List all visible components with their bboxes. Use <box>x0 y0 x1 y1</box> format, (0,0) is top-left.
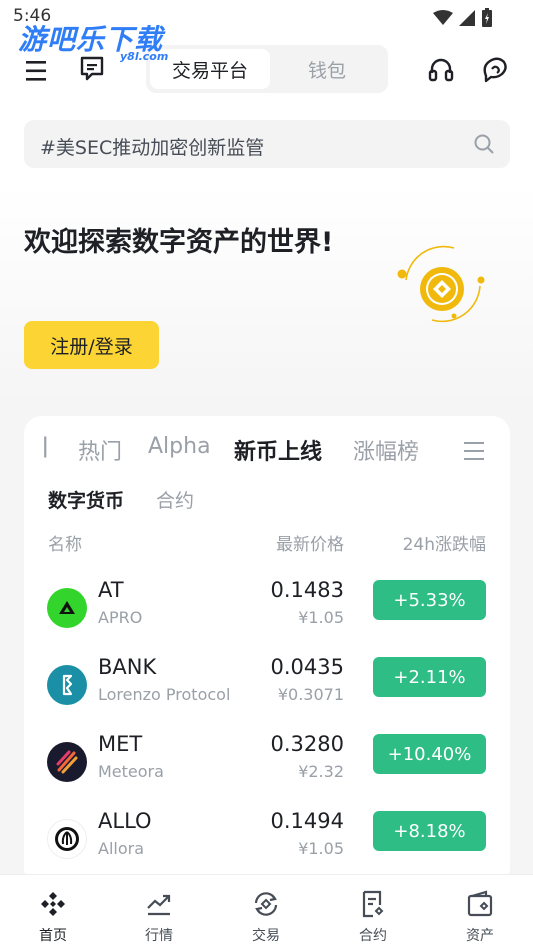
change-badge[interactable]: +8.18% <box>373 811 486 851</box>
tab-hot[interactable]: 热门 <box>78 434 122 466</box>
coin-price: 0.3280 <box>270 732 344 756</box>
welcome-title: 欢迎探索数字资产的世界! <box>24 227 334 258</box>
support-chat-icon[interactable] <box>480 54 510 84</box>
coin-symbol: AT <box>98 578 124 602</box>
nav-home[interactable]: 首页 <box>13 889 93 945</box>
table-row[interactable]: ALLO Allora 0.1494 ¥1.05 +8.18% <box>24 807 510 884</box>
coin-symbol: ALLO <box>98 809 152 833</box>
nav-label: 资产 <box>466 928 494 944</box>
coin-illustration-icon <box>397 245 485 323</box>
mode-switch: 交易平台 钱包 <box>146 45 388 93</box>
search-section: #美SEC推动加密创新监管 <box>0 104 533 182</box>
nav-markets[interactable]: 行情 <box>119 889 199 945</box>
message-icon[interactable] <box>78 54 106 82</box>
change-badge[interactable]: +2.11% <box>373 657 486 697</box>
nav-label: 行情 <box>145 928 173 944</box>
subtab-spot[interactable]: 数字货币 <box>48 486 124 513</box>
coin-name: Meteora <box>98 762 164 781</box>
wallet-icon <box>467 890 493 917</box>
subtab-futures[interactable]: 合约 <box>156 486 194 513</box>
coin-name: Allora <box>98 839 145 858</box>
welcome-banner: 欢迎探索数字资产的世界! 注册/登录 <box>0 182 533 404</box>
nav-label: 交易 <box>252 928 280 944</box>
coin-price: 0.1494 <box>270 809 344 833</box>
nav-trade[interactable]: 交易 <box>226 889 306 945</box>
tab-alpha[interactable]: Alpha <box>148 434 211 459</box>
nav-label: 合约 <box>359 928 387 944</box>
menu-icon[interactable] <box>24 58 52 84</box>
bottom-nav: 首页 行情 交易 合约 资产 <box>0 874 533 948</box>
coin-fiat-price: ¥1.05 <box>298 839 344 858</box>
coin-fiat-price: ¥2.32 <box>298 762 344 781</box>
battery-icon <box>482 8 492 27</box>
search-input[interactable]: #美SEC推动加密创新监管 <box>40 133 264 160</box>
tabs-menu-icon[interactable] <box>462 440 486 462</box>
market-tabs: ǀ 热门 Alpha 新币上线 涨幅榜 <box>24 434 510 470</box>
status-icons <box>433 8 493 28</box>
coin-price: 0.1483 <box>270 578 344 602</box>
search-icon[interactable] <box>472 132 496 156</box>
markets-chart-icon <box>147 894 171 916</box>
allora-logo-icon <box>47 819 87 859</box>
tab-new-listing[interactable]: 新币上线 <box>234 434 322 466</box>
nav-label: 首页 <box>39 928 67 944</box>
tabs-fade <box>410 434 450 470</box>
table-row[interactable]: BANK Lorenzo Protocol 0.0435 ¥0.3071 +2.… <box>24 653 510 730</box>
coin-fiat-price: ¥0.3071 <box>277 685 344 704</box>
change-badge[interactable]: +5.33% <box>373 580 486 620</box>
watermark-url: y8l.com <box>120 50 169 63</box>
table-row[interactable]: MET Meteora 0.3280 ¥2.32 +10.40% <box>24 730 510 807</box>
change-badge[interactable]: +10.40% <box>373 734 486 774</box>
tab-partial-left[interactable]: ǀ <box>42 434 49 459</box>
futures-doc-icon <box>362 890 384 918</box>
nav-assets[interactable]: 资产 <box>440 889 520 945</box>
tab-wallet[interactable]: 钱包 <box>270 49 384 89</box>
apro-logo-icon <box>47 588 87 628</box>
nav-futures[interactable]: 合约 <box>333 889 413 945</box>
coin-name: Lorenzo Protocol <box>98 685 231 704</box>
signal-icon <box>459 10 475 26</box>
coin-symbol: MET <box>98 732 143 756</box>
search-bar[interactable]: #美SEC推动加密创新监管 <box>24 120 510 168</box>
wifi-icon <box>433 10 453 25</box>
trade-swap-icon <box>254 892 278 916</box>
lorenzo-logo-icon <box>47 665 87 705</box>
coin-fiat-price: ¥1.05 <box>298 608 344 627</box>
table-row[interactable]: AT APRO 0.1483 ¥1.05 +5.33% <box>24 576 510 653</box>
home-diamond-icon <box>41 892 65 916</box>
register-login-button[interactable]: 注册/登录 <box>24 321 159 369</box>
meteora-logo-icon <box>47 742 87 782</box>
column-change: 24h涨跌幅 <box>402 535 486 555</box>
coin-price: 0.0435 <box>270 655 344 679</box>
coin-symbol: BANK <box>98 655 157 679</box>
coin-name: APRO <box>98 608 143 627</box>
column-price: 最新价格 <box>276 535 344 555</box>
market-card: ǀ 热门 Alpha 新币上线 涨幅榜 数字货币 合约 名称 最新价格 24h涨… <box>24 416 510 886</box>
column-name: 名称 <box>48 535 82 555</box>
headset-icon[interactable] <box>427 56 455 84</box>
